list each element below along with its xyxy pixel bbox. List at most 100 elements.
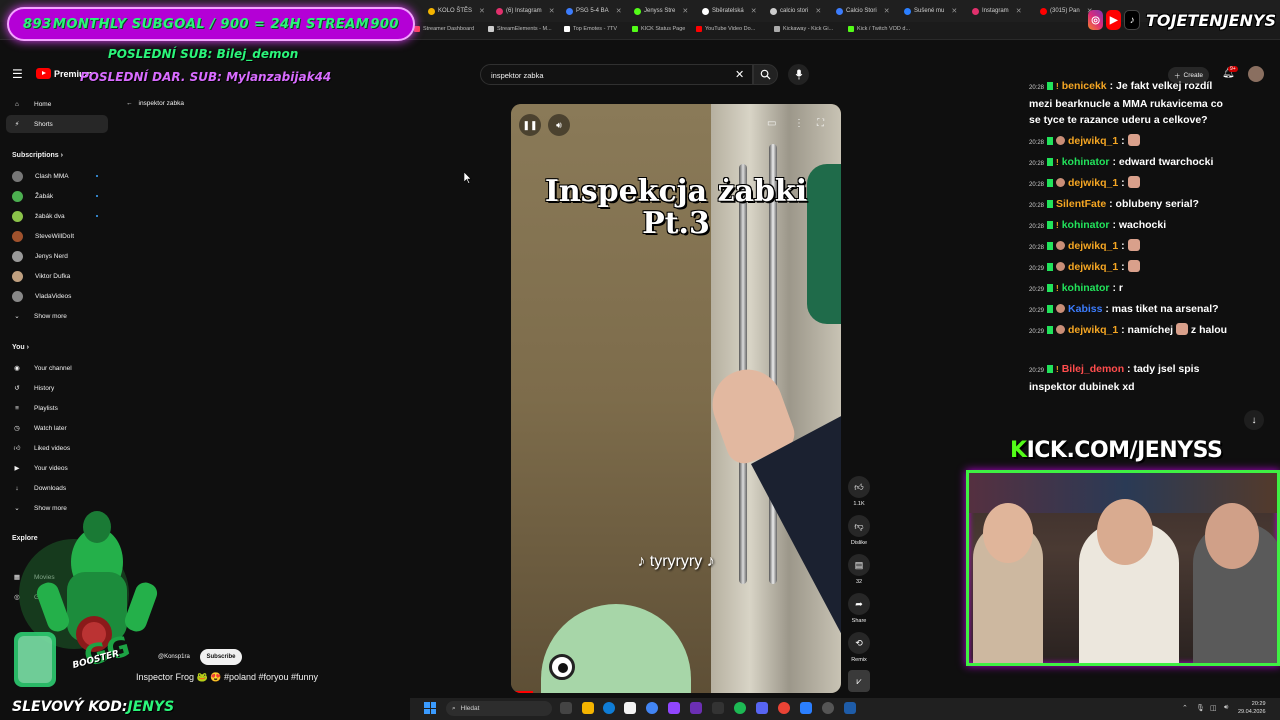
media-player-icon[interactable]: [822, 702, 834, 714]
progress-bar[interactable]: [511, 691, 533, 693]
app-icon-4[interactable]: [800, 702, 812, 714]
dislike-button[interactable]: 👎︎ Dislike: [848, 515, 870, 546]
sidebar-item[interactable]: Jenys Nerd: [12, 247, 108, 265]
chat-username[interactable]: dejwikq_1: [1068, 261, 1118, 273]
chat-username[interactable]: Kabiss: [1068, 303, 1102, 315]
show-more-button[interactable]: ⌄ Show more: [12, 307, 108, 325]
app-icon-5[interactable]: [844, 702, 856, 714]
chat-username[interactable]: dejwikq_1: [1068, 324, 1118, 336]
sidebar-item[interactable]: ◉ Your channel: [12, 359, 108, 377]
voice-search-button[interactable]: [788, 64, 809, 85]
bookmark-item[interactable]: Streamer Dashboard: [414, 26, 474, 32]
browser-tab[interactable]: (6) Instagram ✕: [496, 3, 555, 19]
chat-username[interactable]: kohinator: [1062, 156, 1110, 168]
browser-tab[interactable]: Sběratelská ✕: [702, 3, 757, 19]
subscribe-button[interactable]: Subscribe: [200, 649, 242, 665]
browser-tab[interactable]: Calcio Stori ✕: [836, 3, 890, 19]
bookmark-item[interactable]: KICK Status Page: [632, 26, 685, 32]
sidebar-item[interactable]: VladaVideos: [12, 287, 108, 305]
chat-username[interactable]: Bilej_demon: [1062, 363, 1124, 375]
close-tab-icon[interactable]: ✕: [682, 7, 688, 15]
app-icon-3[interactable]: [778, 702, 790, 714]
sidebar-item[interactable]: 👍︎ Liked videos: [12, 439, 108, 457]
close-tab-icon[interactable]: ✕: [616, 7, 622, 15]
chrome-icon[interactable]: [646, 702, 658, 714]
close-tab-icon[interactable]: ✕: [751, 7, 757, 15]
close-tab-icon[interactable]: ✕: [549, 7, 555, 15]
sidebar-item[interactable]: ↺ History: [12, 379, 108, 397]
search-input[interactable]: inspektor zabka: [480, 64, 753, 85]
microphone-tray-icon[interactable]: 🎙︎: [1196, 704, 1205, 712]
sidebar-item[interactable]: ◷ Watch later: [12, 419, 108, 437]
chat-username[interactable]: kohinator: [1062, 219, 1110, 231]
remix-button[interactable]: ⟲ Remix: [848, 632, 870, 663]
sidebar-item[interactable]: ⚡︎ Shorts: [6, 115, 108, 133]
back-button[interactable]: ← inspektor zabka: [126, 100, 184, 107]
short-player[interactable]: Inspekcja żabki Pt.3 ♪ tyryryry ♪ ❚❚ 🔊︎ …: [511, 104, 841, 693]
sidebar-item[interactable]: Viktor Dufka: [12, 267, 108, 285]
sidebar-item[interactable]: ⌂ Home: [12, 95, 108, 113]
spotify-icon[interactable]: [734, 702, 746, 714]
you-header[interactable]: You ›: [12, 344, 29, 351]
close-tab-icon[interactable]: ✕: [479, 7, 485, 15]
search-button[interactable]: [753, 64, 778, 85]
file-explorer-icon[interactable]: [582, 702, 594, 714]
sidebar-item[interactable]: ≡ Playlists: [12, 399, 108, 417]
chat-username[interactable]: kohinator: [1062, 282, 1110, 294]
task-view-icon[interactable]: [560, 702, 572, 714]
close-tab-icon[interactable]: ✕: [951, 7, 957, 15]
bookmark-item[interactable]: StreamElements - M...: [488, 26, 552, 32]
subscriptions-header[interactable]: Subscriptions ›: [12, 152, 63, 159]
sidebar-item[interactable]: žabák dva: [12, 207, 108, 225]
clear-search-icon[interactable]: ✕: [735, 68, 744, 81]
discord-icon[interactable]: [756, 702, 768, 714]
volume-button[interactable]: 🔊︎: [548, 114, 570, 136]
tray-chevron-icon[interactable]: ⌃: [1182, 704, 1188, 712]
chat-username[interactable]: benicekk: [1062, 80, 1107, 92]
browser-tab[interactable]: (3015) Pan✕: [1040, 3, 1093, 19]
close-tab-icon[interactable]: ✕: [884, 7, 890, 15]
sidebar-item[interactable]: Žabák: [12, 187, 108, 205]
edge-icon[interactable]: [603, 702, 615, 714]
app-icon-2[interactable]: [690, 702, 702, 714]
sound-button[interactable]: ⩗: [848, 670, 870, 692]
app-icon-1[interactable]: [668, 702, 680, 714]
sidebar-item[interactable]: Clash MMA: [12, 167, 108, 185]
chat-username[interactable]: SilentFate: [1056, 198, 1106, 210]
bookmark-item[interactable]: Top Emotes - 7TV: [564, 26, 617, 32]
like-button[interactable]: 👍︎ 1.1K: [848, 476, 870, 507]
sidebar-item[interactable]: SteveWillDoIt: [12, 227, 108, 245]
short-video-title[interactable]: Inspector Frog 🐸 😍 #poland #foryou #funn…: [136, 672, 318, 683]
browser-tab[interactable]: Sušené mu ✕: [904, 3, 957, 19]
short-channel-handle[interactable]: @Konsp1ra: [158, 654, 190, 660]
close-tab-icon[interactable]: ✕: [815, 7, 821, 15]
bookmark-item[interactable]: Kickaway - Kick Gi...: [774, 26, 833, 32]
scroll-down-button[interactable]: ↓: [1244, 410, 1264, 430]
fullscreen-icon[interactable]: ⛶: [817, 118, 824, 129]
browser-tab[interactable]: PSG 5-4 BA ✕: [566, 3, 622, 19]
browser-tab[interactable]: calcio stori ✕: [770, 3, 821, 19]
browser-tab[interactable]: Jenyss Stre ✕: [634, 3, 688, 19]
share-button[interactable]: ➦ Share: [848, 593, 870, 624]
taskbar-clock[interactable]: 20:29 29.04.2026: [1238, 700, 1266, 716]
avatar[interactable]: [1248, 66, 1264, 82]
chat-username[interactable]: dejwikq_1: [1068, 240, 1118, 252]
close-tab-icon[interactable]: ✕: [1016, 7, 1022, 15]
obs-icon[interactable]: [712, 702, 724, 714]
comments-button[interactable]: ▤ 32: [848, 554, 870, 585]
chat-username[interactable]: dejwikq_1: [1068, 177, 1118, 189]
sidebar-item[interactable]: ▶ Your videos: [12, 459, 108, 477]
menu-icon[interactable]: ☰: [12, 68, 24, 80]
chat-username[interactable]: dejwikq_1: [1068, 135, 1118, 147]
store-icon[interactable]: [624, 702, 636, 714]
bookmark-item[interactable]: Kick / Twitch VOD d...: [848, 26, 910, 32]
sidebar-item[interactable]: ↓ Downloads: [12, 479, 108, 497]
speaker-icon[interactable]: 🔊︎: [1224, 704, 1228, 712]
more-options-icon[interactable]: ⋮: [794, 118, 804, 129]
browser-tab[interactable]: KOLO ŠTĚS ✕: [428, 3, 485, 19]
captions-icon[interactable]: ▭: [767, 118, 776, 129]
browser-tab[interactable]: Instagram ✕: [972, 3, 1022, 19]
pause-button[interactable]: ❚❚: [519, 114, 541, 136]
bookmark-item[interactable]: YouTube Video Do...: [696, 26, 755, 32]
taskbar-search[interactable]: ⌕ Hledat: [446, 701, 552, 716]
